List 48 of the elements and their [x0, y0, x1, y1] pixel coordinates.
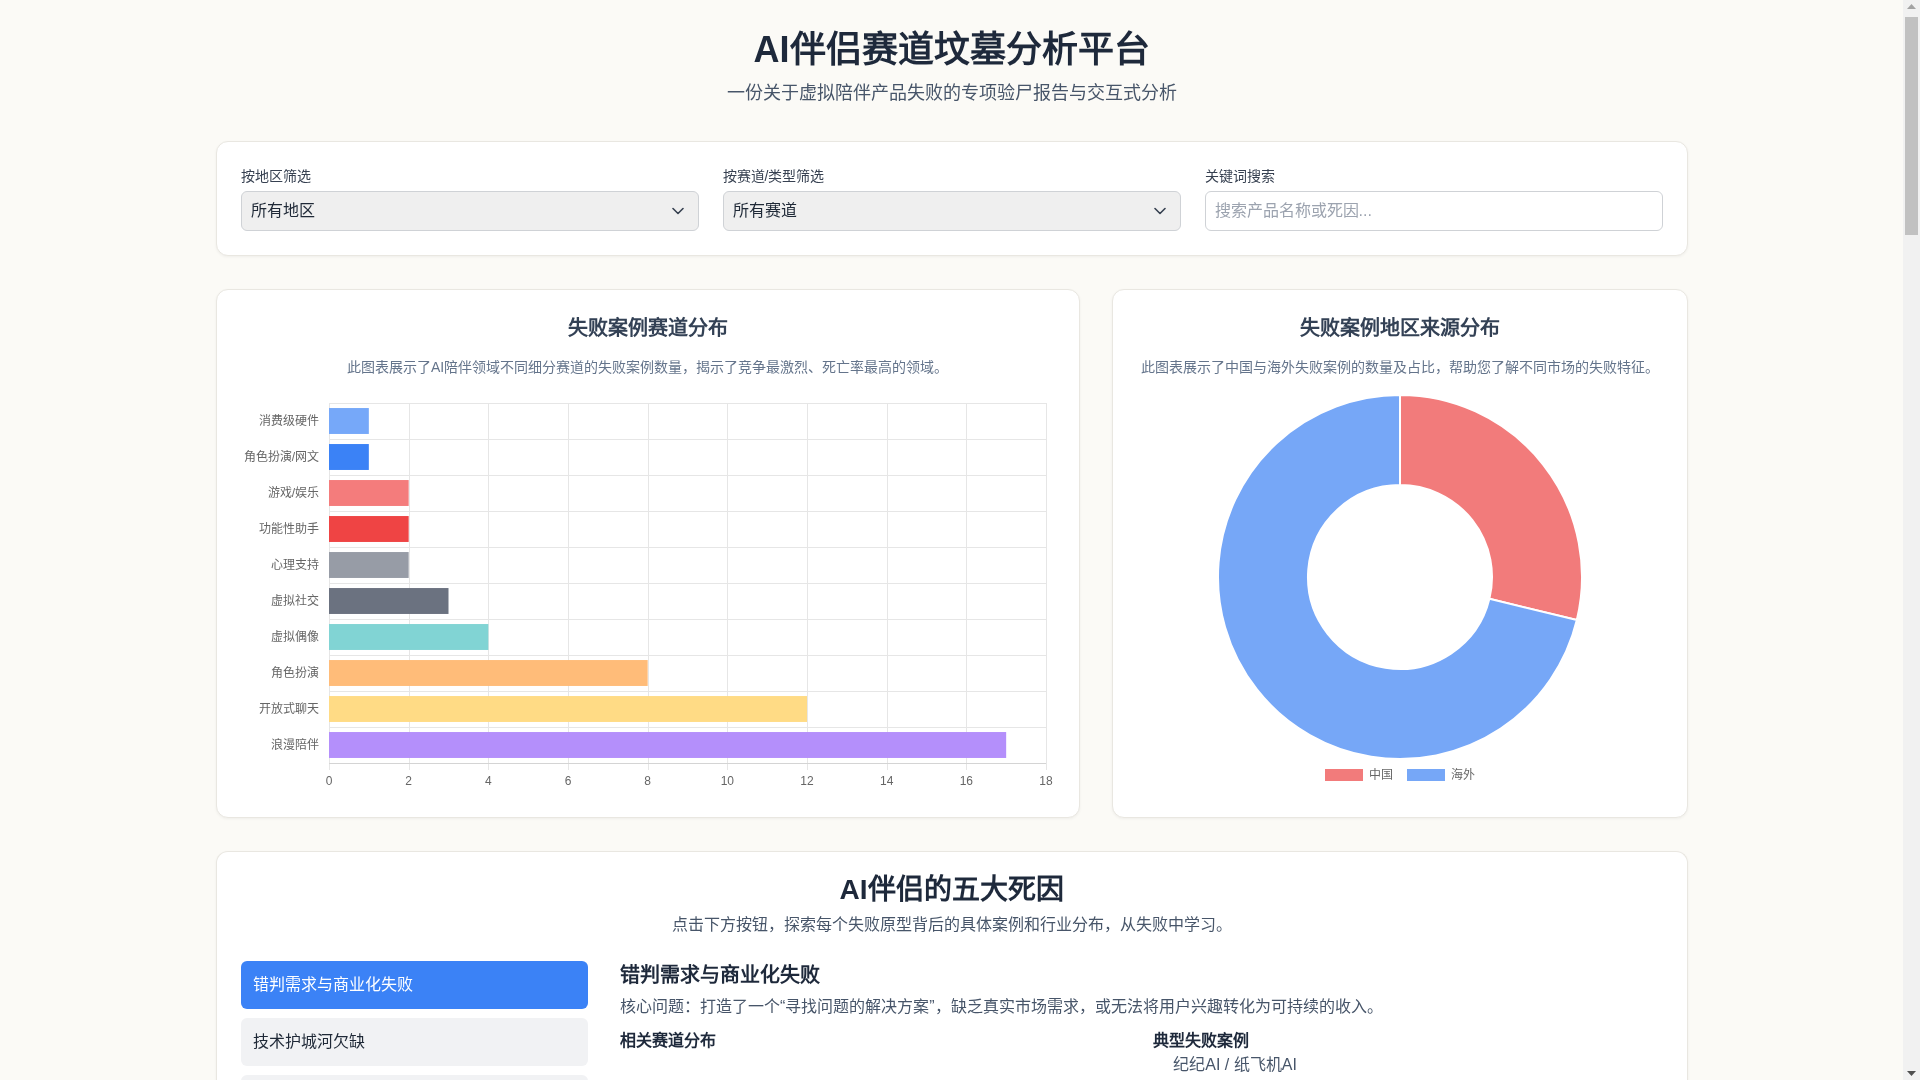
scroll-up-arrow-icon[interactable]	[1907, 4, 1916, 9]
section-subtitle: 点击下方按钮，探索每个失败原型背后的具体案例和行业分布，从失败中学习。	[670, 915, 1233, 935]
axis-label: 角色扮演	[270, 666, 319, 680]
legend-label: 海外	[1450, 767, 1475, 783]
sidebar-tab[interactable]: 技术护城河欠缺	[240, 1018, 588, 1066]
section-title: AI伴侣的五大死因	[838, 873, 1065, 907]
page-title: AI伴侣赛道坟墓分析平台	[752, 30, 1151, 70]
chart-title: 失败案例赛道分布	[566, 316, 729, 341]
tick-label: 8	[643, 774, 651, 788]
filter-label: 关键词搜索	[1204, 167, 1276, 186]
tick-label: 2	[404, 774, 412, 788]
tick-label: 4	[484, 774, 492, 788]
axis-label: 功能性助手	[258, 522, 319, 536]
dropdown-select[interactable]: 所有地区	[240, 191, 699, 231]
dropdown-select[interactable]: 所有赛道	[722, 191, 1181, 231]
tick-label: 6	[564, 774, 571, 788]
detail-title: 错判需求与商业化失败	[620, 963, 821, 988]
tick-label: 18	[1038, 774, 1053, 788]
legend-label: 中国	[1368, 767, 1393, 783]
filter-label: 按地区筛选	[240, 167, 312, 186]
chevron-down-icon	[1153, 207, 1166, 215]
chart-description: 此图表展示了AI陪伴领域不同细分赛道的失败案例数量，揭示了竞争最激烈、死亡率最高的领域。	[345, 358, 950, 377]
tick-label: 12	[799, 774, 814, 788]
detail-heading: 典型失败案例	[1153, 1030, 1251, 1051]
chart-description: 此图表展示了中国与海外失败案例的数量及占比，帮助您了解不同市场的失败特征。	[1139, 358, 1660, 377]
chevron-down-icon	[671, 207, 684, 215]
tick-label: 0	[325, 774, 332, 788]
axis-label: 游戏/娱乐	[267, 486, 319, 500]
axis-label: 消费级硬件	[258, 414, 319, 428]
chart-title: 失败案例地区来源分布	[1298, 316, 1501, 341]
tick-label: 16	[959, 774, 973, 788]
search-field[interactable]: 搜索产品名称或死因...	[1204, 191, 1663, 231]
tick-label: 10	[720, 774, 734, 788]
axis-label: 浪漫陪伴	[270, 738, 319, 752]
detail-summary: 核心问题：打造了一个“寻找问题的解决方案”，缺乏真实市场需求，或无法将用户兴趣转化为可持续的收入。	[620, 997, 1384, 1017]
axis-label: 心理支持	[270, 558, 319, 572]
sidebar-tab[interactable]: 错判需求与商业化失败	[240, 961, 588, 1009]
axis-label: 虚拟社交	[270, 594, 319, 608]
tick-label: 14	[879, 774, 893, 788]
filter-label: 按赛道/类型筛选	[722, 167, 826, 186]
detail-heading: 相关赛道分布	[620, 1030, 717, 1051]
scrollbar-thumb[interactable]	[1905, 17, 1918, 235]
axis-label: 虚拟偶像	[270, 630, 319, 644]
case-item: 纪纪AI / 纸飞机AI	[1173, 1055, 1298, 1075]
page-subtitle: 一份关于虚拟陪伴产品失败的专项验尸报告与交互式分析	[725, 82, 1178, 105]
scroll-down-arrow-icon[interactable]	[1907, 1071, 1916, 1076]
axis-label: 开放式聊天	[258, 702, 319, 716]
axis-label: 角色扮演/网文	[243, 450, 319, 464]
